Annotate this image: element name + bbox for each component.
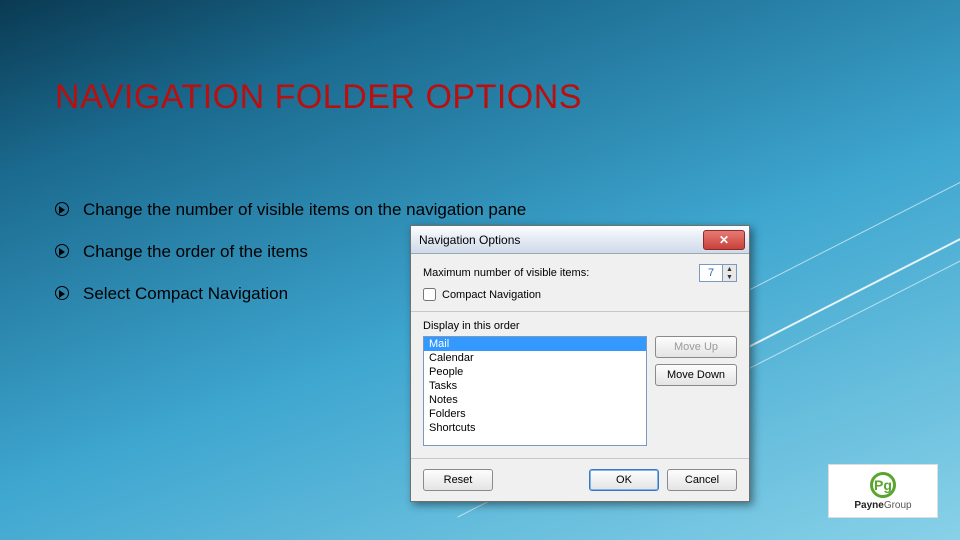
arrow-icon [55, 202, 69, 216]
list-item[interactable]: Tasks [424, 379, 646, 393]
list-item: Change the number of visible items on th… [55, 200, 615, 220]
list-item[interactable]: Shortcuts [424, 421, 646, 435]
logo-mark: Pg [870, 472, 896, 498]
spinner-down-icon[interactable]: ▼ [722, 273, 736, 281]
dialog-footer: Reset OK Cancel [411, 458, 749, 501]
arrow-icon [55, 244, 69, 258]
navigation-options-dialog: Navigation Options ✕ Maximum number of v… [410, 225, 750, 502]
dialog-title: Navigation Options [419, 233, 703, 247]
slide: NAVIGATION FOLDER OPTIONS Change the num… [0, 0, 960, 540]
bullet-text: Change the order of the items [83, 242, 308, 262]
separator [411, 311, 749, 312]
reset-button[interactable]: Reset [423, 469, 493, 491]
max-items-spinner[interactable]: 7 ▲ ▼ [699, 264, 737, 282]
arrow-icon [55, 286, 69, 300]
order-label: Display in this order [423, 320, 737, 332]
dialog-titlebar[interactable]: Navigation Options ✕ [411, 226, 749, 254]
spinner-up-icon[interactable]: ▲ [722, 265, 736, 273]
max-items-value: 7 [700, 267, 722, 279]
slide-title: NAVIGATION FOLDER OPTIONS [55, 78, 582, 117]
compact-nav-checkbox[interactable]: Compact Navigation [423, 288, 737, 301]
list-item[interactable]: Calendar [424, 351, 646, 365]
list-item[interactable]: Folders [424, 407, 646, 421]
dialog-body: Maximum number of visible items: 7 ▲ ▼ C… [411, 254, 749, 446]
cancel-button[interactable]: Cancel [667, 469, 737, 491]
logo-text: PayneGroup [854, 500, 911, 511]
compact-nav-label: Compact Navigation [442, 289, 541, 301]
order-listbox[interactable]: Mail Calendar People Tasks Notes Folders… [423, 336, 647, 446]
list-item[interactable]: People [424, 365, 646, 379]
move-up-button[interactable]: Move Up [655, 336, 737, 358]
bullet-text: Change the number of visible items on th… [83, 200, 526, 220]
paynegroup-logo: Pg PayneGroup [828, 464, 938, 518]
list-item[interactable]: Notes [424, 393, 646, 407]
close-button[interactable]: ✕ [703, 230, 745, 250]
compact-nav-input[interactable] [423, 288, 436, 301]
close-icon: ✕ [719, 233, 729, 247]
bullet-text: Select Compact Navigation [83, 284, 288, 304]
max-items-label: Maximum number of visible items: [423, 267, 699, 279]
list-item[interactable]: Mail [424, 337, 646, 351]
move-down-button[interactable]: Move Down [655, 364, 737, 386]
ok-button[interactable]: OK [589, 469, 659, 491]
